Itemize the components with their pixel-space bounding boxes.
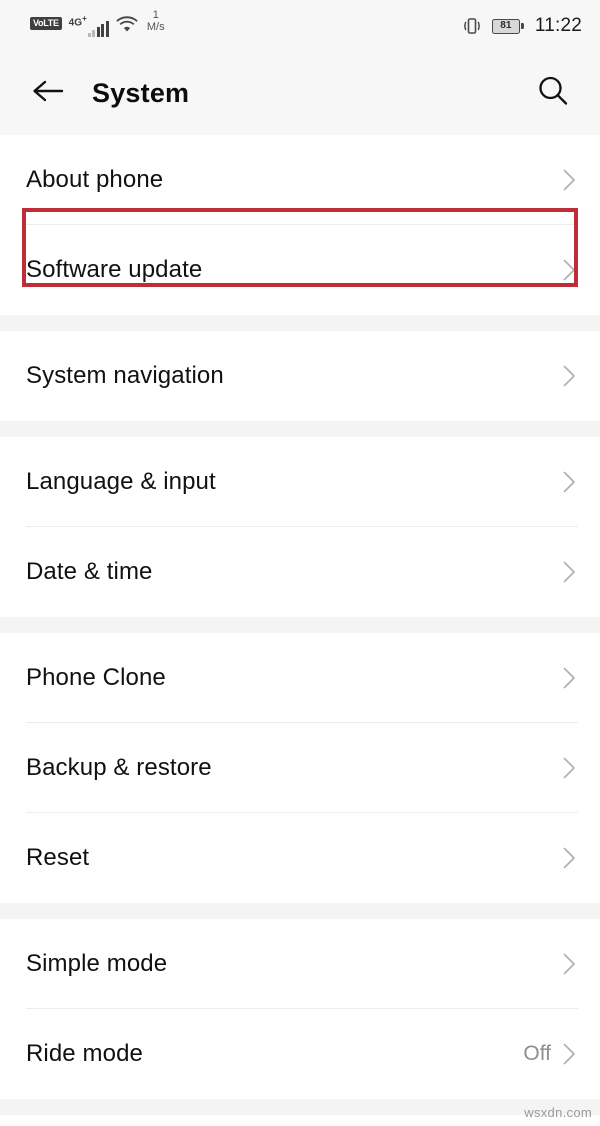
list-item-right xyxy=(563,953,576,975)
signal-bar-group xyxy=(87,21,109,38)
search-button[interactable] xyxy=(530,71,576,117)
group-separator xyxy=(0,903,600,919)
chevron-right-icon xyxy=(563,1043,576,1065)
list-item-right xyxy=(563,471,576,493)
list-item[interactable]: Language & input xyxy=(0,437,600,527)
list-item-right xyxy=(563,667,576,689)
status-bar-right: 81 11:22 xyxy=(463,15,582,37)
back-arrow-icon xyxy=(31,77,65,110)
group-separator xyxy=(0,421,600,437)
wifi-icon xyxy=(116,15,138,32)
network-speed-value: 1 xyxy=(152,9,159,21)
list-item-label: System navigation xyxy=(26,362,224,389)
settings-group: Simple mode Ride mode Off xyxy=(0,919,600,1099)
list-item[interactable]: System navigation xyxy=(0,331,600,421)
list-item-label: Simple mode xyxy=(26,950,168,977)
list-item-right xyxy=(563,757,576,779)
settings-list: About phone Software update System navigat… xyxy=(0,135,600,1126)
network-speed-indicator: 1 M/s xyxy=(146,9,165,33)
settings-group: Language & input Date & time xyxy=(0,437,600,617)
settings-group: About phone Software update xyxy=(0,135,600,315)
list-item-right xyxy=(563,169,576,191)
list-item-right xyxy=(563,847,576,869)
list-item-label: Software update xyxy=(26,256,203,283)
list-item-label: Ride mode xyxy=(26,1040,143,1067)
battery-icon: 81 xyxy=(491,18,524,34)
list-item-value: Off xyxy=(523,1042,551,1065)
chevron-right-icon xyxy=(563,259,576,281)
list-item-label: Language & input xyxy=(26,468,216,495)
list-item[interactable]: Ride mode Off xyxy=(0,1009,600,1099)
volte-icon: VoLTE xyxy=(30,17,62,30)
settings-group: System navigation xyxy=(0,331,600,421)
vibrate-icon xyxy=(463,16,481,36)
battery-body: 81 xyxy=(491,18,520,34)
list-item-label: Date & time xyxy=(26,558,153,585)
list-item-right xyxy=(563,365,576,387)
list-item[interactable]: Backup & restore xyxy=(0,723,600,813)
battery-level: 81 xyxy=(500,20,512,31)
status-bar-left: VoLTE 4G+ 1 M/s xyxy=(30,9,165,43)
search-icon xyxy=(535,73,571,114)
group-separator xyxy=(0,1099,600,1115)
network-speed-unit: M/s xyxy=(146,20,165,33)
list-item[interactable]: Software update xyxy=(0,225,600,315)
battery-cap xyxy=(521,23,524,29)
list-item-label: Reset xyxy=(26,844,90,871)
list-item[interactable]: Developer options xyxy=(0,1115,600,1126)
chevron-right-icon xyxy=(563,953,576,975)
status-bar: VoLTE 4G+ 1 M/s 81 11:22 xyxy=(0,0,600,52)
list-item-label: Phone Clone xyxy=(26,664,166,691)
watermark: wsxdn.com xyxy=(524,1105,592,1120)
chevron-right-icon xyxy=(563,561,576,583)
list-item[interactable]: About phone xyxy=(0,135,600,225)
group-separator xyxy=(0,315,600,331)
settings-group: Developer optionsUser experience improve… xyxy=(0,1115,600,1126)
group-separator xyxy=(0,617,600,633)
list-item[interactable]: Date & time xyxy=(0,527,600,617)
list-item-label: Backup & restore xyxy=(26,754,212,781)
list-item[interactable]: Reset xyxy=(0,813,600,903)
network-type-label: 4G+ xyxy=(68,13,87,29)
chevron-right-icon xyxy=(563,471,576,493)
list-item-right: Off xyxy=(523,1042,576,1066)
chevron-right-icon xyxy=(563,667,576,689)
list-item[interactable]: Phone Clone xyxy=(0,633,600,723)
chevron-right-icon xyxy=(563,169,576,191)
signal-bars-icon: 4G+ xyxy=(68,13,109,38)
status-bar-clock: 11:22 xyxy=(534,15,582,36)
phone-screen: VoLTE 4G+ 1 M/s 81 11:22 System About ph… xyxy=(0,0,600,1126)
back-button[interactable] xyxy=(26,72,70,116)
chevron-right-icon xyxy=(563,365,576,387)
settings-group: Phone Clone Backup & restore Reset xyxy=(0,633,600,903)
list-item-right xyxy=(563,561,576,583)
list-item-label: About phone xyxy=(26,166,164,193)
app-bar: System xyxy=(0,52,600,135)
list-item[interactable]: Simple mode xyxy=(0,919,600,1009)
list-item-right xyxy=(563,259,576,281)
page-title: System xyxy=(92,78,190,108)
chevron-right-icon xyxy=(563,757,576,779)
chevron-right-icon xyxy=(563,847,576,869)
